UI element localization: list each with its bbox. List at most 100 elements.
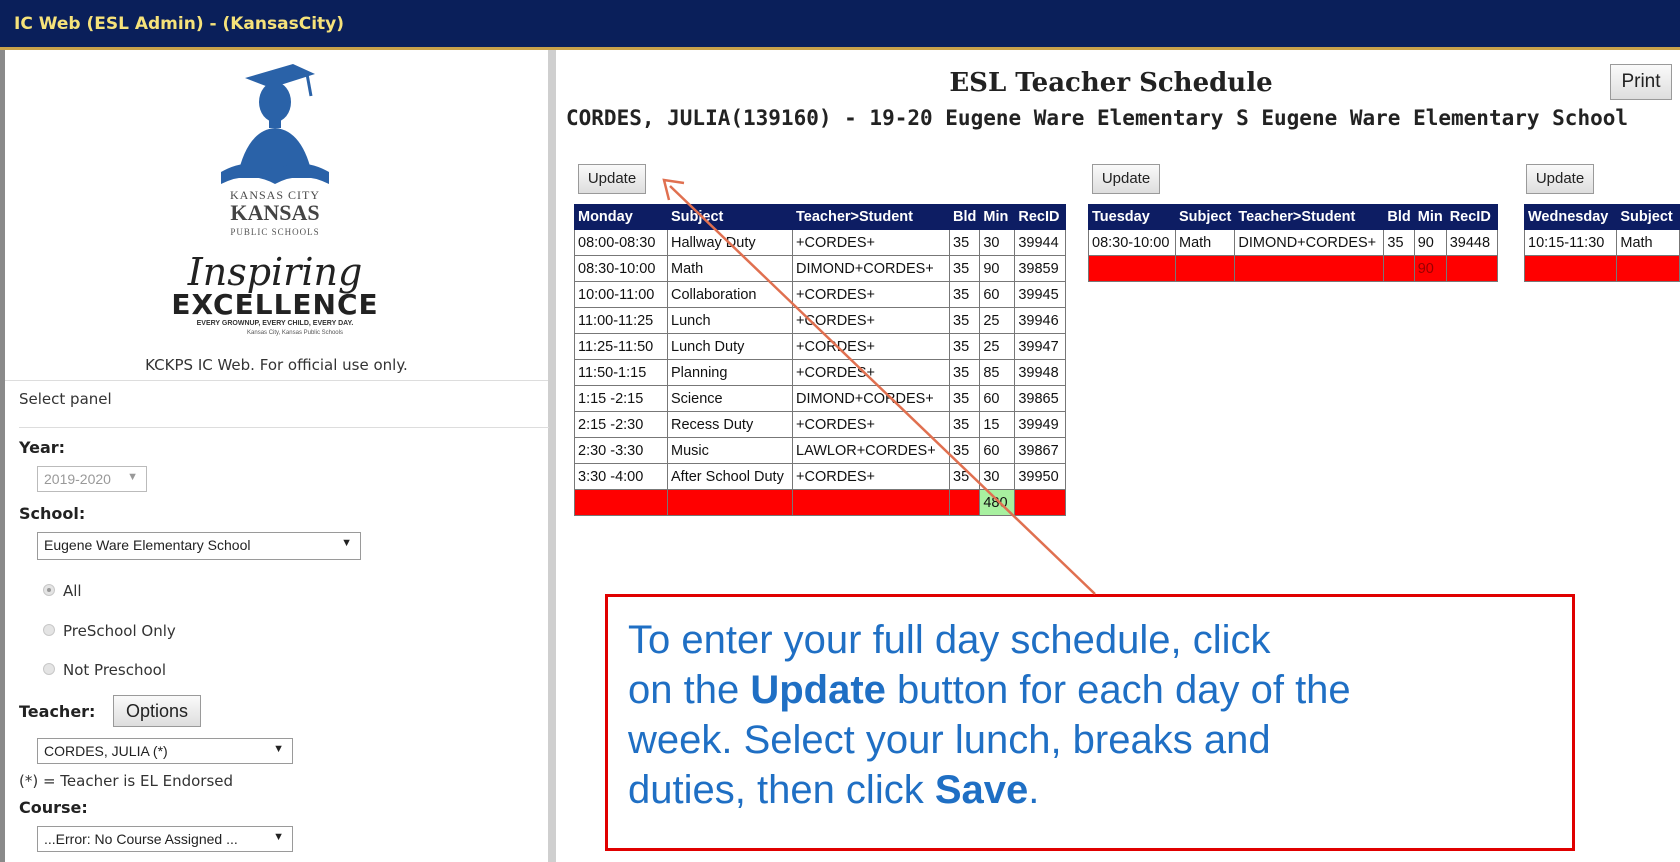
cell-recid: 39944 [1014, 229, 1067, 256]
page-title: ESL Teacher Schedule [949, 68, 1273, 98]
callout-line: week. Select your lunch, breaks and [628, 718, 1271, 762]
cell-recid: 39859 [1014, 255, 1067, 282]
cell-subject: Science [667, 385, 793, 412]
course-label: Course: [19, 798, 88, 817]
table-row[interactable]: 2:30 -3:30 Music LAWLOR+CORDES+ 35 60 39… [574, 437, 1067, 464]
cell-time: 08:00-08:30 [574, 229, 668, 256]
cell-bld: 35 [948, 229, 981, 256]
cell-teacher-student: +CORDES+ [792, 229, 950, 256]
callout-emphasis: Update [750, 668, 886, 712]
chevron-down-icon: ▼ [341, 537, 352, 549]
total-cell [1383, 255, 1415, 282]
cell-time: 11:50-1:15 [574, 359, 668, 386]
cell-min: 90 [1413, 229, 1447, 256]
divider [5, 380, 548, 381]
total-cell [1088, 255, 1176, 282]
teacher-subtitle: CORDES, JULIA(139160) - 19-20 Eugene War… [566, 106, 1629, 130]
table-row[interactable]: 10:00-11:00 Collaboration +CORDES+ 35 60… [574, 281, 1067, 308]
cell-teacher-student: +CORDES+ [792, 359, 950, 386]
monday-schedule-table: Monday Subject Teacher>Student Bld Min R… [574, 204, 1067, 516]
table-row[interactable]: 08:30-10:00 Math DIMOND+CORDES+ 35 90 39… [574, 255, 1067, 282]
teacher-label: Teacher: [19, 702, 96, 721]
cell-min: 60 [979, 437, 1016, 464]
col-header-recid: RecID [1014, 204, 1067, 230]
cell-bld: 35 [948, 255, 981, 282]
cell-teacher-student: DIMOND+CORDES+ [792, 255, 950, 282]
cell-time: 10:00-11:00 [574, 281, 668, 308]
cell-subject: After School Duty [667, 463, 793, 490]
cell-recid: 39950 [1014, 463, 1067, 490]
col-header-subject: Subject [667, 204, 793, 230]
cell-subject: Planning [667, 359, 793, 386]
table-row[interactable]: 11:25-11:50 Lunch Duty +CORDES+ 35 25 39… [574, 333, 1067, 360]
chevron-down-icon: ▼ [273, 831, 284, 843]
cell-bld: 35 [948, 333, 981, 360]
table-row[interactable]: 10:15-11:30 Math [1523, 229, 1680, 256]
teacher-select[interactable]: CORDES, JULIA (*) ▼ [37, 738, 293, 764]
table-row[interactable]: 08:00-08:30 Hallway Duty +CORDES+ 35 30 … [574, 229, 1067, 256]
callout-emphasis: Save [934, 768, 1029, 812]
table-row[interactable]: 1:15 -2:15 Science DIMOND+CORDES+ 35 60 … [574, 385, 1067, 412]
callout-line: on the Update button for each day of the [628, 665, 1552, 715]
school-label: School: [19, 504, 86, 523]
cell-teacher-student: DIMOND+CORDES+ [1234, 229, 1385, 256]
cell-time: 08:30-10:00 [574, 255, 668, 282]
cell-time: 10:15-11:30 [1523, 229, 1618, 256]
chevron-down-icon: ▼ [273, 743, 284, 755]
cell-subject: Math [667, 255, 793, 282]
school-select[interactable]: Eugene Ware Elementary School ▼ [37, 532, 361, 560]
callout-line: To enter your full day schedule, click [628, 618, 1271, 662]
radio-dot-icon [43, 584, 55, 596]
print-button[interactable]: Print [1610, 64, 1672, 100]
course-select-value: ...Error: No Course Assigned ... [44, 831, 238, 847]
cell-subject: Lunch Duty [667, 333, 793, 360]
year-select[interactable]: 2019-2020 ▼ [37, 466, 147, 492]
cell-teacher-student: DIMOND+CORDES+ [792, 385, 950, 412]
cell-subject: Math [1174, 229, 1236, 256]
total-minutes: 480 [979, 489, 1016, 516]
options-button[interactable]: Options [113, 695, 201, 727]
total-row [1523, 255, 1680, 282]
callout-text: . [1028, 768, 1040, 812]
radio-dot-icon [43, 624, 55, 636]
col-header-recid: RecID [1445, 204, 1498, 230]
cell-recid: 39945 [1014, 281, 1067, 308]
col-header-teacher-student: Teacher>Student [792, 204, 950, 230]
course-select[interactable]: ...Error: No Course Assigned ... ▼ [37, 826, 293, 852]
cell-min: 30 [979, 229, 1016, 256]
cell-bld: 35 [948, 359, 981, 386]
cell-bld: 35 [948, 463, 981, 490]
cell-time: 3:30 -4:00 [574, 463, 668, 490]
teacher-select-value: CORDES, JULIA (*) [44, 743, 168, 759]
table-row[interactable]: 2:15 -2:30 Recess Duty +CORDES+ 35 15 39… [574, 411, 1067, 438]
el-endorsed-note: (*) = Teacher is EL Endorsed [19, 772, 234, 790]
total-cell [574, 489, 668, 516]
radio-label: All [63, 582, 82, 600]
cell-bld: 35 [948, 307, 981, 334]
col-header-subject: Subject [1174, 204, 1236, 230]
total-cell [1616, 255, 1680, 282]
table-header-row: Wednesday Subject [1523, 204, 1680, 230]
logo-tagline: EVERY GROWNUP, EVERY CHILD, EVERY DAY. [196, 320, 354, 327]
cell-recid: 39946 [1014, 307, 1067, 334]
cell-subject: Collaboration [667, 281, 793, 308]
callout-text: duties, then click [628, 768, 935, 812]
cell-teacher-student: +CORDES+ [792, 463, 950, 490]
cell-min: 30 [979, 463, 1016, 490]
cell-min: 85 [979, 359, 1016, 386]
update-button-monday[interactable]: Update [578, 164, 646, 194]
cell-subject: Lunch [667, 307, 793, 334]
district-name-line2: KANSAS [230, 200, 320, 225]
district-logo: KANSAS CITY KANSAS PUBLIC SCHOOLS Inspir… [171, 60, 378, 350]
table-row[interactable]: 11:00-11:25 Lunch +CORDES+ 35 25 39946 [574, 307, 1067, 334]
total-cell [1014, 489, 1067, 516]
table-row[interactable]: 3:30 -4:00 After School Duty +CORDES+ 35… [574, 463, 1067, 490]
total-cell [667, 489, 793, 516]
table-row[interactable]: 11:50-1:15 Planning +CORDES+ 35 85 39948 [574, 359, 1067, 386]
radio-label: Not Preschool [63, 661, 166, 679]
update-button-wednesday[interactable]: Update [1526, 164, 1594, 194]
update-button-tuesday[interactable]: Update [1092, 164, 1160, 194]
table-row[interactable]: 08:30-10:00 Math DIMOND+CORDES+ 35 90 39… [1088, 229, 1498, 256]
total-cell [948, 489, 981, 516]
cell-bld: 35 [948, 281, 981, 308]
